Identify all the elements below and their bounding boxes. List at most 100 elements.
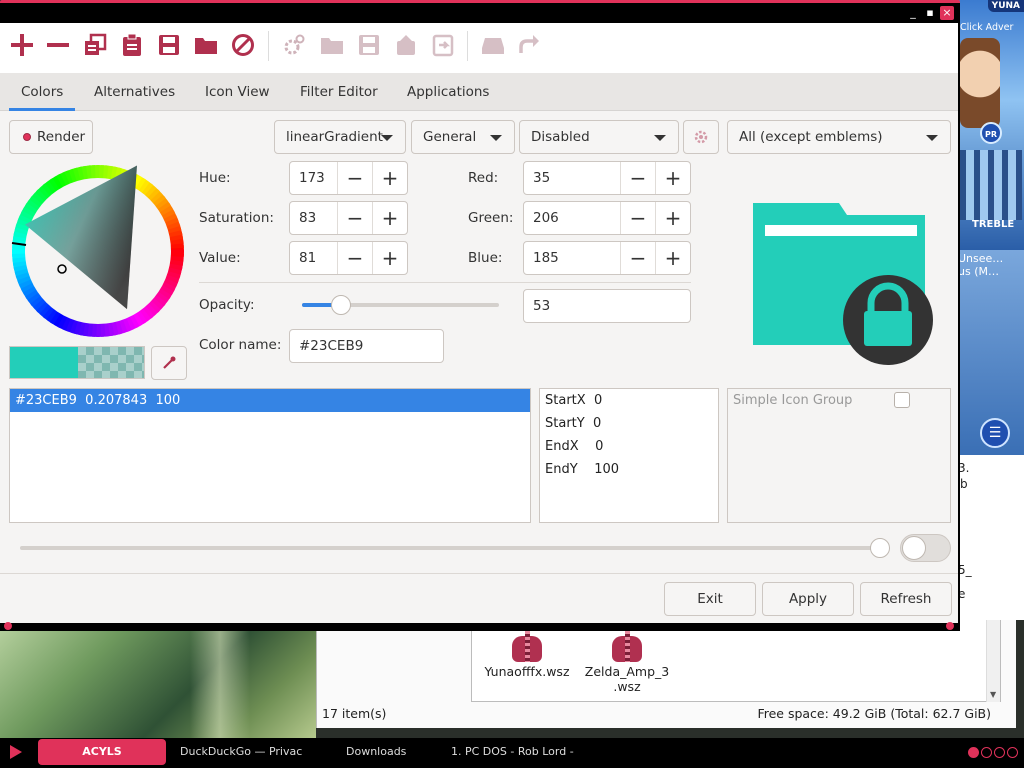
file-name: Zelda_Amp_3 .wsz	[584, 664, 670, 694]
category-select[interactable]: General	[411, 120, 515, 154]
saturation-spinbox[interactable]: 83 − +	[289, 201, 408, 235]
opacity-slider-handle[interactable]	[331, 295, 351, 315]
red-spinbox[interactable]: 35 − +	[523, 161, 691, 195]
advert-pr-icon: PR	[980, 122, 1002, 144]
refresh-button[interactable]: Refresh	[860, 582, 952, 616]
taskbar-item-browser[interactable]: DuckDuckGo — Privac	[180, 745, 302, 758]
simple-icon-group-checkbox[interactable]	[894, 392, 910, 408]
color-wheel[interactable]	[10, 163, 186, 339]
start-menu-icon[interactable]	[10, 745, 22, 759]
tab-applications[interactable]: Applications	[395, 73, 501, 111]
size-slider-handle[interactable]	[870, 538, 890, 558]
tab-icon-view[interactable]: Icon View	[193, 73, 282, 111]
file-manager-window: Yunaofffx.wsz Zelda_Amp_3 .wsz ▼ 17 item…	[316, 620, 1016, 728]
chevron-down-icon	[926, 135, 938, 141]
dialog-body: Colors Alternatives Icon View Filter Edi…	[0, 23, 958, 623]
add-icon[interactable]	[7, 30, 37, 60]
saturation-value[interactable]: 83	[290, 202, 337, 234]
list-item[interactable]: StartX 0	[545, 393, 602, 408]
file-item[interactable]: Zelda_Amp_3 .wsz	[572, 626, 682, 694]
icon-filter-select[interactable]: All (except emblems)	[727, 120, 951, 154]
minus-icon[interactable]: −	[337, 242, 372, 274]
list-item[interactable]: EndY 100	[545, 462, 619, 477]
taskbar-item-downloads[interactable]: Downloads	[346, 745, 406, 758]
plus-icon[interactable]: +	[655, 202, 690, 234]
green-label: Green:	[468, 210, 514, 226]
minus-icon[interactable]: −	[337, 202, 372, 234]
workspace-3-icon[interactable]	[994, 747, 1005, 758]
size-slider-track[interactable]	[20, 546, 882, 550]
eyedropper-icon	[163, 356, 176, 369]
workspace-1-icon[interactable]	[968, 747, 979, 758]
minus-icon[interactable]: −	[337, 162, 372, 194]
menu-icon[interactable]: ☰	[980, 418, 1010, 448]
green-spinbox[interactable]: 206 − +	[523, 201, 691, 235]
apply-button[interactable]: Apply	[762, 582, 854, 616]
save-icon[interactable]	[154, 30, 184, 60]
blue-spinbox[interactable]: 185 − +	[523, 241, 691, 275]
plus-icon[interactable]: +	[372, 162, 407, 194]
render-button[interactable]: Render	[9, 120, 93, 154]
dialog-bottom-border	[0, 623, 960, 631]
maximize-icon[interactable]: ▪	[923, 6, 937, 20]
folder-icon[interactable]	[191, 30, 221, 60]
gradient-stops-list[interactable]: #23CEB9 0.207843 100	[9, 388, 531, 523]
gear-button[interactable]	[683, 120, 719, 154]
file-item[interactable]: Yunaofffx.wsz	[472, 626, 582, 679]
minimize-icon[interactable]: _	[906, 6, 920, 20]
blue-value[interactable]: 185	[524, 242, 620, 274]
tab-colors[interactable]: Colors	[9, 73, 76, 111]
player-track-line: Unsee…	[958, 252, 1004, 265]
toolbar-separator	[467, 31, 468, 61]
taskbar-item-acyls[interactable]: ACYLS	[38, 739, 166, 765]
mode-select[interactable]: Disabled	[519, 120, 679, 154]
plus-icon[interactable]: +	[655, 242, 690, 274]
minus-icon[interactable]: −	[620, 202, 655, 234]
hue-value[interactable]: 173	[290, 162, 337, 194]
red-value[interactable]: 35	[524, 162, 620, 194]
hue-spinbox[interactable]: 173 − +	[289, 161, 408, 195]
opacity-field[interactable]: 53	[523, 289, 691, 323]
divider	[199, 282, 691, 283]
tab-alternatives[interactable]: Alternatives	[82, 73, 187, 111]
plus-icon[interactable]: +	[655, 162, 690, 194]
scroll-down-icon[interactable]: ▼	[990, 690, 996, 699]
settings-icon[interactable]	[279, 30, 309, 60]
workspace-switcher[interactable]	[966, 747, 1018, 762]
toggle-switch[interactable]	[900, 534, 951, 562]
gradient-properties-list[interactable]: StartX 0 StartY 0 EndX 0 EndY 100	[539, 388, 719, 523]
cancel-icon[interactable]	[228, 30, 258, 60]
player-panel: Unsee… us (M… ☰	[958, 250, 1024, 455]
list-item[interactable]: EndX 0	[545, 439, 603, 454]
taskbar-item-music[interactable]: 1. PC DOS - Rob Lord -	[451, 745, 574, 758]
copy-icon[interactable]	[80, 30, 110, 60]
file-list-scrollbar[interactable]: ▼	[986, 620, 1000, 702]
tab-filter-editor[interactable]: Filter Editor	[288, 73, 390, 111]
eyedropper-button[interactable]	[151, 346, 187, 380]
corner-marker	[946, 622, 954, 630]
desktop-wallpaper	[0, 620, 316, 738]
minus-icon[interactable]: −	[620, 242, 655, 274]
plus-icon[interactable]: +	[372, 242, 407, 274]
exit-button[interactable]: Exit	[664, 582, 756, 616]
workspace-4-icon[interactable]	[1007, 747, 1018, 758]
close-icon[interactable]: ×	[940, 6, 954, 20]
hue-label: Hue:	[199, 170, 231, 186]
value-spinbox[interactable]: 81 − +	[289, 241, 408, 275]
plus-icon[interactable]: +	[372, 202, 407, 234]
toolbar	[0, 23, 958, 73]
color-name-field[interactable]: #23CEB9	[289, 329, 444, 363]
advert-panel[interactable]: YUNA Click Adver PR TREBLE	[958, 0, 1024, 250]
list-item[interactable]: StartY 0	[545, 416, 601, 431]
gradient-type-select[interactable]: linearGradient	[274, 120, 406, 154]
list-item[interactable]: #23CEB9 0.207843 100	[10, 389, 530, 412]
value-label: Value:	[199, 250, 241, 266]
paste-icon[interactable]	[117, 30, 147, 60]
archive-file-icon	[608, 626, 646, 664]
green-value[interactable]: 206	[524, 202, 620, 234]
remove-icon[interactable]	[43, 30, 73, 60]
value-value[interactable]: 81	[290, 242, 337, 274]
chevron-down-icon	[381, 135, 393, 141]
minus-icon[interactable]: −	[620, 162, 655, 194]
workspace-2-icon[interactable]	[981, 747, 992, 758]
